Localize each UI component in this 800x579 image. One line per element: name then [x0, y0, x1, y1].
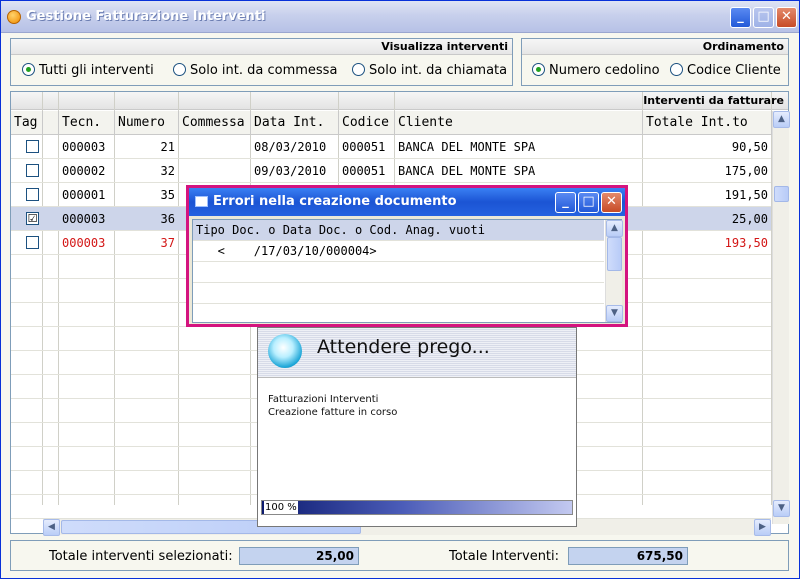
cell-cliente: BANCA DEL MONTE SPA [398, 140, 536, 154]
window-title: Gestione Fatturazione Interventi [26, 9, 266, 24]
radio-chiamata[interactable]: Solo int. da chiamata [352, 63, 507, 79]
selected-total-label: Totale interventi selezionati: [49, 549, 233, 564]
radio-dot [670, 63, 683, 76]
radio-dot [532, 63, 545, 76]
col-header-numero[interactable]: Numero [115, 111, 179, 135]
visualizza-group: Visualizza interventi Tutti gli interven… [10, 38, 513, 86]
scroll-down-icon[interactable]: ▼ [606, 305, 623, 322]
power-icon [268, 334, 302, 368]
radio-dot [352, 63, 365, 76]
radio-dot [173, 63, 186, 76]
tag-checkbox[interactable] [26, 140, 39, 153]
wait-line-1: Fatturazioni Interventi [268, 394, 379, 405]
radio-tutti[interactable]: Tutti gli interventi [22, 63, 154, 79]
cell-numero: 36 [160, 212, 175, 226]
scroll-up-icon[interactable]: ▲ [773, 111, 790, 128]
radio-codice-cliente[interactable]: Codice Cliente [670, 63, 781, 79]
cell-totale: 191,50 [724, 188, 768, 202]
radio-numero-cedolino[interactable]: Numero cedolino [532, 63, 660, 79]
col-header-codice[interactable]: Codice [339, 111, 395, 135]
radio-label: Solo int. da chiamata [369, 63, 508, 78]
error-list: Tipo Doc. o Data Doc. o Cod. Anag. vuoti… [192, 219, 623, 323]
minimize-button[interactable]: _ [730, 7, 751, 28]
cell-tecn: 000002 [62, 164, 106, 178]
error-maximize-button[interactable]: □ [578, 192, 599, 213]
vertical-scrollbar[interactable]: ▲ ▼ [772, 111, 790, 524]
scroll-up-icon[interactable]: ▲ [606, 220, 623, 237]
window-icon [195, 196, 208, 207]
error-dialog: Errori nella creazione documento _ □ ✕ T… [186, 185, 628, 327]
scroll-down-icon[interactable]: ▼ [773, 500, 790, 517]
wait-dialog: Attendere prego... Fatturazioni Interven… [257, 327, 577, 527]
wait-line-2: Creazione fatture in corso [268, 407, 398, 418]
cell-data: 08/03/2010 [254, 140, 327, 154]
tag-checkbox[interactable] [26, 236, 39, 249]
tag-checkbox[interactable] [26, 188, 39, 201]
radio-label: Solo int. da commessa [190, 63, 338, 78]
table-row[interactable]: 000003 21 08/03/2010 000051 BANCA DEL MONTE … [11, 135, 771, 159]
col-header-totale[interactable]: Totale Int.to [643, 111, 772, 135]
radio-label: Tutti gli interventi [39, 63, 154, 78]
radio-dot [22, 63, 35, 76]
vertical-scroll-thumb[interactable] [774, 186, 789, 202]
close-button[interactable]: ✕ [776, 7, 797, 28]
error-close-button[interactable]: ✕ [601, 192, 622, 213]
cell-totale: 25,00 [731, 212, 768, 226]
cell-tecn: 000001 [62, 188, 106, 202]
cell-codice: 000051 [342, 164, 386, 178]
progress-text: 100 % [264, 501, 298, 514]
cell-commessa [182, 159, 251, 183]
progress-bar: 100 % [261, 500, 573, 515]
wait-title: Attendere prego... [317, 336, 490, 358]
selected-total-value: 25,00 [239, 547, 359, 565]
radio-label: Numero cedolino [549, 63, 660, 78]
totals-footer: Totale interventi selezionati: 25,00 Tot… [10, 540, 789, 571]
cell-numero: 35 [160, 188, 175, 202]
col-header-tecn[interactable]: Tecn. [59, 111, 115, 135]
cell-totale: 175,00 [724, 164, 768, 178]
cell-codice: 000051 [342, 140, 386, 154]
ordinamento-header: Ordinamento [522, 39, 788, 55]
cell-data: 09/03/2010 [254, 164, 327, 178]
wait-header: Attendere prego... [258, 328, 576, 378]
col-header-cliente[interactable]: Cliente [395, 111, 643, 135]
app-icon [7, 10, 21, 24]
cell-tecn: 000003 [62, 212, 106, 226]
error-line[interactable]: < /17/03/10/000004> [193, 241, 604, 262]
cell-numero: 32 [160, 164, 175, 178]
title-bar[interactable]: Gestione Fatturazione Interventi _ □ ✕ [1, 1, 799, 33]
cell-totale: 90,50 [731, 140, 768, 154]
error-scroll-thumb[interactable] [607, 237, 622, 271]
total-value: 675,50 [568, 547, 688, 565]
table-row[interactable]: 000002 32 09/03/2010 000051 BANCA DEL MONTE … [11, 159, 771, 183]
maximize-button[interactable]: □ [753, 7, 774, 28]
visualizza-header: Visualizza interventi [11, 39, 512, 55]
cell-tecn: 000003 [62, 236, 106, 250]
error-vertical-scrollbar[interactable]: ▲ ▼ [605, 220, 623, 322]
error-minimize-button[interactable]: _ [555, 192, 576, 213]
error-dialog-title-bar[interactable]: Errori nella creazione documento _ □ ✕ [189, 188, 625, 216]
error-line[interactable]: Tipo Doc. o Data Doc. o Cod. Anag. vuoti [193, 220, 604, 241]
col-header-tag[interactable]: Tag [11, 111, 43, 135]
ordinamento-group: Ordinamento Numero cedolino Codice Clien… [521, 38, 789, 86]
tag-checkbox[interactable]: ☑ [26, 212, 39, 225]
error-line-empty [193, 283, 604, 304]
tag-checkbox[interactable] [26, 164, 39, 177]
total-label: Totale Interventi: [449, 549, 560, 564]
col-header-spacer [43, 111, 59, 135]
cell-tecn: 000003 [62, 140, 106, 154]
radio-label: Codice Cliente [687, 63, 781, 78]
cell-totale: 193,50 [724, 236, 768, 250]
cell-numero: 21 [160, 140, 175, 154]
error-dialog-title: Errori nella creazione documento [213, 194, 457, 209]
cell-commessa [182, 135, 251, 159]
scroll-left-icon[interactable]: ◀ [43, 519, 60, 536]
cell-numero: 37 [160, 236, 175, 250]
radio-commessa[interactable]: Solo int. da commessa [173, 63, 337, 79]
col-header-commessa[interactable]: Commessa [179, 111, 251, 135]
col-header-data[interactable]: Data Int. [251, 111, 339, 135]
scroll-right-icon[interactable]: ▶ [754, 519, 771, 536]
cell-cliente: BANCA DEL MONTE SPA [398, 164, 536, 178]
error-line-empty [193, 262, 604, 283]
